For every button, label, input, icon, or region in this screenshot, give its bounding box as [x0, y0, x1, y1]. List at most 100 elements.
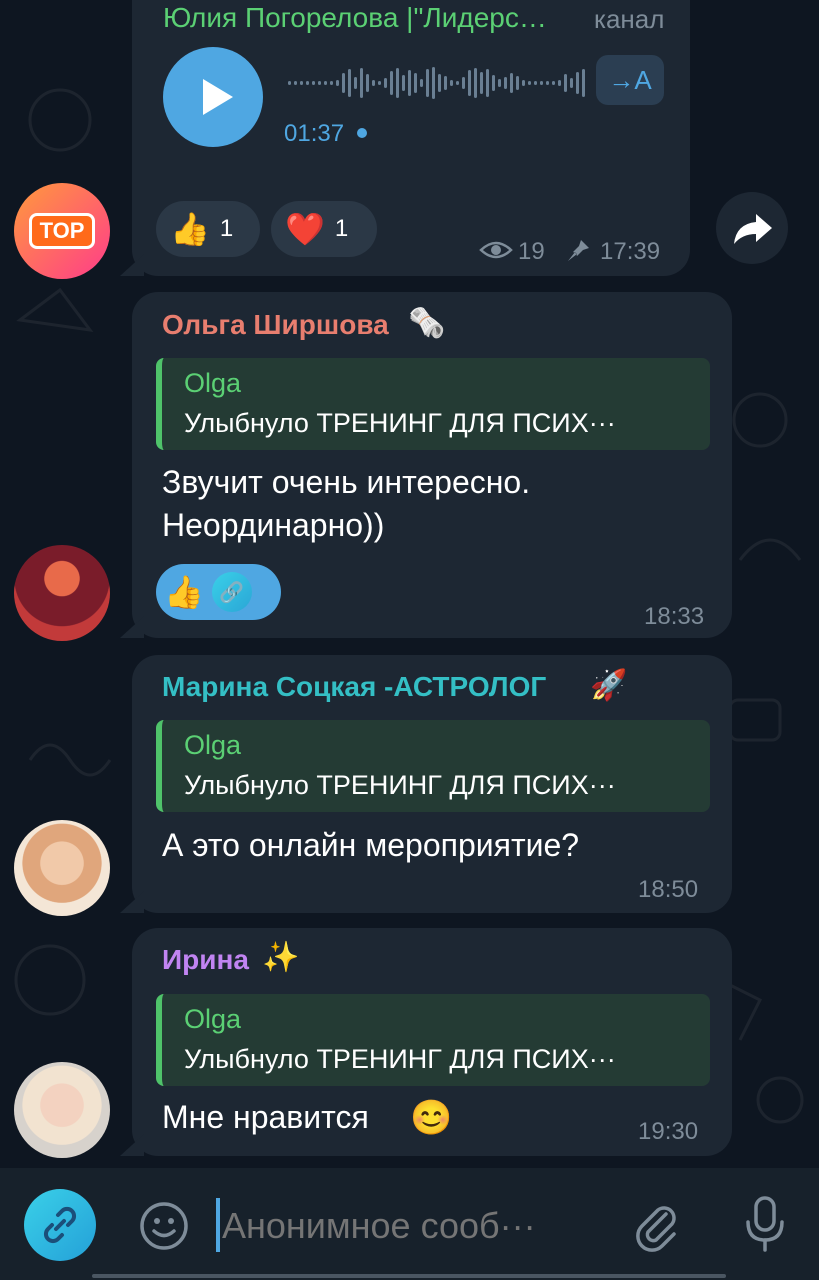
- waveform-bar: [492, 75, 495, 91]
- quote-author: Olga: [184, 368, 242, 398]
- forward-button[interactable]: [716, 192, 788, 264]
- avatar[interactable]: [14, 545, 110, 641]
- waveform-bar: [480, 72, 483, 94]
- message-time: 19:30: [638, 1118, 699, 1145]
- waveform-bar: [474, 68, 477, 98]
- eye-icon: [479, 241, 513, 259]
- message-input[interactable]: [222, 1198, 612, 1254]
- reaction-thumbs-up[interactable]: 👍 1: [156, 201, 260, 257]
- waveform-bar: [444, 76, 447, 90]
- play-button[interactable]: [163, 47, 263, 147]
- waveform-bar: [300, 81, 303, 85]
- waveform-bar: [366, 74, 369, 92]
- waveform-bar: [402, 75, 405, 91]
- waveform-bar: [498, 79, 501, 87]
- waveform-bar: [306, 81, 309, 85]
- reaction-count: 1: [219, 215, 234, 242]
- channel-avatar[interactable]: TOP: [14, 183, 110, 279]
- envelope-emoji-icon: 🗞️: [408, 307, 446, 340]
- message-time: 18:33: [644, 603, 705, 630]
- heart-icon: ❤️: [285, 211, 325, 247]
- waveform-bar: [420, 79, 423, 87]
- waveform-bar: [426, 69, 429, 97]
- reply-quote[interactable]: Olga Улыбнуло ТРЕНИНГ ДЛЯ ПСИХ···: [156, 358, 710, 450]
- reaction-count: 1: [334, 215, 349, 242]
- channel-label: канал: [594, 4, 665, 34]
- message-text: Мне нравится: [162, 1099, 369, 1135]
- waveform-bar: [570, 78, 573, 88]
- waveform-bar: [294, 81, 297, 85]
- waveform-bar: [384, 78, 387, 88]
- text-cursor: [216, 1198, 220, 1252]
- sender-name[interactable]: Ольга Ширшова: [162, 309, 389, 341]
- reaction-heart[interactable]: ❤️ 1: [271, 201, 377, 257]
- voice-waveform[interactable]: [288, 60, 588, 106]
- waveform-bar: [516, 76, 519, 90]
- waveform-bar: [450, 80, 453, 86]
- waveform-bar: [288, 81, 291, 85]
- play-icon: [203, 79, 233, 115]
- avatar[interactable]: [14, 1062, 110, 1158]
- message-time: 18:50: [638, 876, 699, 903]
- view-count: 19: [518, 238, 545, 265]
- reply-quote[interactable]: Olga Улыбнуло ТРЕНИНГ ДЛЯ ПСИХ···: [156, 994, 710, 1086]
- waveform-bar: [582, 69, 585, 97]
- waveform-bar: [534, 81, 537, 85]
- message-time: 17:39: [600, 238, 661, 265]
- reaction-group[interactable]: 👍 🔗: [156, 564, 281, 620]
- waveform-bar: [576, 72, 579, 94]
- avatar[interactable]: [14, 820, 110, 916]
- waveform-bar: [348, 69, 351, 97]
- waveform-bar: [378, 81, 381, 85]
- attach-icon[interactable]: [628, 1198, 684, 1254]
- message-text: А это онлайн мероприятие?: [162, 827, 580, 863]
- unplayed-dot: [357, 128, 367, 138]
- transcribe-button[interactable]: →A: [596, 55, 664, 105]
- waveform-bar: [564, 74, 567, 92]
- waveform-bar: [342, 73, 345, 93]
- reply-quote[interactable]: Olga Улыбнуло ТРЕНИНГ ДЛЯ ПСИХ···: [156, 720, 710, 812]
- waveform-bar: [432, 67, 435, 99]
- link-avatar-icon: 🔗: [211, 572, 252, 612]
- waveform-bar: [486, 69, 489, 97]
- channel-sender-name[interactable]: Юлия Погорелова |"Лидерс…: [163, 2, 547, 34]
- smiling-face-emoji-icon: 😊: [410, 1099, 453, 1137]
- avatar-logo-text: TOP: [28, 213, 96, 249]
- quote-text: Улыбнуло ТРЕНИНГ ДЛЯ ПСИХ···: [184, 408, 616, 438]
- waveform-bar: [438, 74, 441, 92]
- waveform-bar: [510, 73, 513, 93]
- waveform-bar: [522, 80, 525, 86]
- waveform-bar: [312, 81, 315, 85]
- link-icon: [43, 1206, 77, 1244]
- bubble-tail: [120, 1134, 144, 1156]
- waveform-bar: [372, 80, 375, 86]
- waveform-bar: [552, 81, 555, 85]
- waveform-bar: [468, 70, 471, 96]
- thumbs-up-icon: 👍: [170, 211, 210, 247]
- waveform-bar: [540, 81, 543, 85]
- waveform-bar: [318, 81, 321, 85]
- waveform-bar: [390, 71, 393, 95]
- waveform-bar: [558, 80, 561, 86]
- sparkles-emoji-icon: ✨: [262, 941, 300, 974]
- pin-icon: [568, 240, 589, 261]
- waveform-bar: [546, 81, 549, 85]
- message-text: Неординарно)): [162, 507, 385, 543]
- waveform-bar: [336, 80, 339, 86]
- quote-text: Улыбнуло ТРЕНИНГ ДЛЯ ПСИХ···: [184, 1044, 616, 1074]
- waveform-bar: [354, 77, 357, 89]
- emoji-icon[interactable]: [138, 1200, 190, 1252]
- microphone-icon[interactable]: [740, 1194, 790, 1254]
- sender-name[interactable]: Ирина: [162, 944, 249, 976]
- sender-name[interactable]: Марина Соцкая -АСТРОЛОГ: [162, 671, 546, 703]
- share-arrow-icon: [734, 214, 772, 244]
- rocket-emoji-icon: 🚀: [590, 669, 628, 702]
- send-as-button[interactable]: [24, 1189, 96, 1261]
- quote-text: Улыбнуло ТРЕНИНГ ДЛЯ ПСИХ···: [184, 770, 616, 800]
- message-text: Звучит очень интересно.: [162, 464, 531, 500]
- system-nav-bar: [92, 1274, 726, 1278]
- thumbs-up-icon: 👍: [164, 574, 204, 610]
- waveform-bar: [414, 73, 417, 93]
- waveform-bar: [324, 81, 327, 85]
- quote-author: Olga: [184, 730, 242, 760]
